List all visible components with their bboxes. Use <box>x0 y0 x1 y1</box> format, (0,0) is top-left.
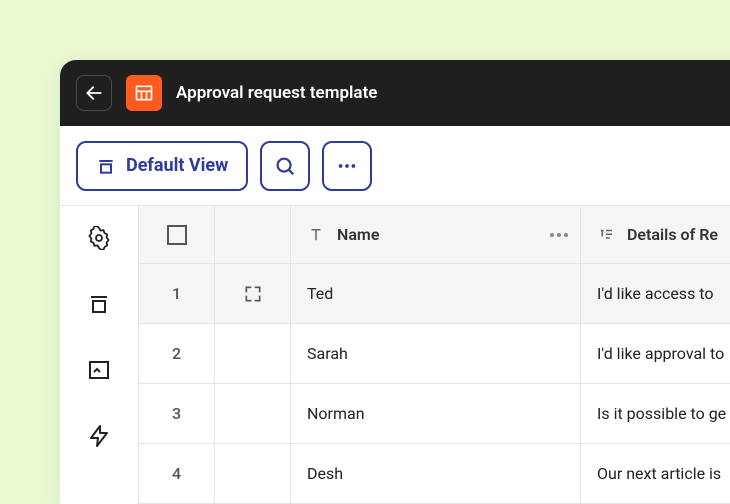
table-row[interactable]: 3 Norman Is it possible to ge <box>139 384 730 444</box>
row-number: 4 <box>139 444 215 504</box>
cell-details[interactable]: Our next article is <box>581 444 730 504</box>
project-icon <box>126 75 162 111</box>
stack-icon <box>87 292 111 316</box>
table-header-row: Name Details of Re <box>139 206 730 264</box>
table-row[interactable]: 2 Sarah I'd like approval to <box>139 324 730 384</box>
text-field-icon <box>307 226 325 244</box>
row-number: 2 <box>139 324 215 384</box>
cell-name[interactable]: Ted <box>291 264 581 324</box>
content-area: Name Details of Re 1 Ted I'd like access… <box>60 206 730 504</box>
expand-icon <box>243 284 263 304</box>
data-table: Name Details of Re 1 Ted I'd like access… <box>138 206 730 504</box>
search-button[interactable] <box>260 141 310 191</box>
sidebar-item-settings[interactable] <box>87 226 111 250</box>
table-row[interactable]: 1 Ted I'd like access to <box>139 264 730 324</box>
expand-cell <box>215 444 291 504</box>
expand-cell <box>215 324 291 384</box>
panel-icon <box>87 358 111 382</box>
search-icon <box>274 155 296 177</box>
long-text-icon <box>597 226 615 244</box>
column-menu-button[interactable] <box>550 233 568 237</box>
sidebar-item-automation[interactable] <box>87 424 111 448</box>
arrow-left-icon <box>84 83 104 103</box>
sidebar-item-views[interactable] <box>87 292 111 316</box>
expand-row-button[interactable] <box>215 264 291 324</box>
lightning-icon <box>87 424 111 448</box>
toolbar: Default View <box>60 126 730 206</box>
titlebar: Approval request template <box>60 60 730 126</box>
cell-name[interactable]: Desh <box>291 444 581 504</box>
cell-details[interactable]: Is it possible to ge <box>581 384 730 444</box>
view-selector-button[interactable]: Default View <box>76 141 248 191</box>
column-label: Details of Re <box>627 225 718 244</box>
view-icon <box>96 156 116 176</box>
expand-cell <box>215 384 291 444</box>
row-number: 3 <box>139 384 215 444</box>
view-label: Default View <box>126 155 228 176</box>
select-all-checkbox[interactable] <box>167 225 187 245</box>
column-header-name[interactable]: Name <box>291 206 581 264</box>
gear-icon <box>87 226 111 250</box>
row-number: 1 <box>139 264 215 324</box>
sidebar-item-panel[interactable] <box>87 358 111 382</box>
cell-details[interactable]: I'd like approval to <box>581 324 730 384</box>
header-expand-cell <box>215 206 291 264</box>
column-label: Name <box>337 225 379 244</box>
cell-name[interactable]: Norman <box>291 384 581 444</box>
more-horizontal-icon <box>336 155 358 177</box>
sidebar <box>60 206 138 504</box>
table-row[interactable]: 4 Desh Our next article is <box>139 444 730 504</box>
column-header-details[interactable]: Details of Re <box>581 206 730 264</box>
table-icon <box>134 83 154 103</box>
back-button[interactable] <box>76 75 112 111</box>
header-checkbox-cell <box>139 206 215 264</box>
cell-name[interactable]: Sarah <box>291 324 581 384</box>
page-title: Approval request template <box>176 83 377 103</box>
more-button[interactable] <box>322 141 372 191</box>
cell-details[interactable]: I'd like access to <box>581 264 730 324</box>
app-window: Approval request template Default View <box>60 60 730 504</box>
